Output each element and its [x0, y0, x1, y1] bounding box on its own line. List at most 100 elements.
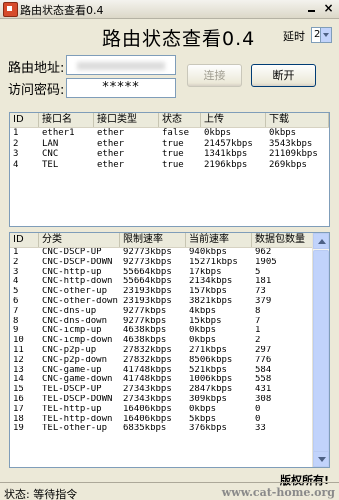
column-header[interactable]: 上传 [201, 113, 266, 127]
chevron-down-icon[interactable] [320, 28, 331, 42]
column-header[interactable]: 分类 [39, 233, 120, 247]
table-cell: 12 [13, 355, 24, 365]
queue-row[interactable]: 4 CNC-http-down 55664kbps 2134kbps 181 [10, 277, 314, 287]
interface-row[interactable]: 1 ether1 ether false 0kbps 0kbps [10, 128, 329, 139]
queue-row[interactable]: 18 TEL-http-down 16406kbps 5kbps 0 [10, 415, 314, 425]
table-cell: 1341kbps [204, 149, 248, 159]
queue-row[interactable]: 6 CNC-other-down 23193kbps 3821kbps 379 [10, 297, 314, 307]
table-cell: 2847kbps [189, 385, 233, 395]
queue-row[interactable]: 15 TEL-DSCP-UP 27343kbps 2847kbps 431 [10, 385, 314, 395]
table-cell: 1 [13, 128, 19, 138]
column-header[interactable]: 接口类型 [94, 113, 159, 127]
table-cell: 584 [255, 365, 272, 375]
table-cell: CNC-icmp-up [42, 326, 102, 336]
column-header[interactable]: 下载 [266, 113, 329, 127]
scroll-up-icon[interactable] [313, 233, 329, 249]
close-button[interactable]: × [322, 2, 335, 14]
window-title: 路由状态查看0.4 [20, 4, 104, 17]
table-cell: 0 [255, 414, 261, 424]
table-cell: 5 [13, 287, 19, 297]
table-cell: 92773kbps [123, 248, 172, 257]
table-cell: 8 [255, 306, 261, 316]
table-cell: 9277kbps [123, 306, 167, 316]
table-cell: 309kbps [189, 394, 227, 404]
table-cell: 962 [255, 248, 272, 257]
queue-scrollbar[interactable] [312, 233, 329, 467]
table-cell: 3 [13, 267, 19, 277]
table-cell: 17kbps [189, 267, 222, 277]
table-cell: TEL-DSCP-UP [42, 385, 102, 395]
table-cell: ether [97, 159, 125, 170]
title-bar[interactable]: 路由状态查看0.4 × [0, 0, 339, 19]
table-cell: 73 [255, 287, 266, 297]
column-header[interactable]: 当前速率 [186, 233, 252, 247]
queue-row[interactable]: 16 TEL-DSCP-DOWN 27343kbps 309kbps 308 [10, 395, 314, 405]
interface-row[interactable]: 3 CNC ether true 1341kbps 21109kbps [10, 149, 329, 160]
table-cell: 0kbps [189, 336, 217, 346]
minimize-button[interactable] [305, 2, 318, 14]
interface-table[interactable]: ID 接口名 接口类型 状态 上传 下载 1 ether1 ether false 0kbps 0k… [9, 112, 330, 227]
table-cell: 297 [255, 345, 272, 355]
queue-row[interactable]: 2 CNC-DSCP-DOWN 92773kbps 15271kbps 1905 [10, 258, 314, 268]
table-cell: 55664kbps [123, 267, 172, 277]
queue-row[interactable]: 19 TEL-other-up 6835kbps 376kbps 33 [10, 424, 314, 434]
column-header[interactable]: 接口名 [39, 113, 94, 127]
table-cell: 27832kbps [123, 345, 172, 355]
column-header[interactable]: 状态 [159, 113, 201, 127]
queue-table[interactable]: ID 分类 限制速率 当前速率 数据包数量 1 CNC-DSCP-UP 92773kbps 9… [9, 232, 330, 468]
column-header[interactable]: ID [10, 233, 39, 247]
table-cell: TEL-other-up [42, 424, 108, 434]
table-cell: CNC-game-down [42, 375, 113, 385]
table-cell: 271kbps [189, 345, 227, 355]
disconnect-button[interactable]: 断开 [251, 64, 316, 87]
table-cell: 376kbps [189, 424, 227, 434]
table-cell: 41748kbps [123, 365, 172, 375]
table-cell: 17 [13, 404, 24, 414]
queue-row[interactable]: 11 CNC-p2p-up 27832kbps 271kbps 297 [10, 346, 314, 356]
column-header[interactable]: ID [10, 113, 39, 127]
table-cell: CNC-DSCP-DOWN [42, 257, 113, 267]
table-cell: 4 [13, 277, 19, 287]
queue-row[interactable]: 5 CNC-other-up 23193kbps 157kbps 73 [10, 287, 314, 297]
scroll-down-icon[interactable] [313, 451, 329, 467]
queue-row[interactable]: 1 CNC-DSCP-UP 92773kbps 940kbps 962 [10, 248, 314, 258]
table-cell: 14 [13, 375, 24, 385]
column-header[interactable]: 限制速率 [120, 233, 186, 247]
queue-row[interactable]: 17 TEL-http-up 16406kbps 0kbps 0 [10, 405, 314, 415]
queue-row[interactable]: 8 CNC-dns-down 9277kbps 15kbps 7 [10, 317, 314, 327]
interface-row[interactable]: 2 LAN ether true 21457kbps 3543kbps [10, 139, 329, 150]
table-cell: true [162, 138, 184, 149]
queue-row[interactable]: 13 CNC-game-up 41748kbps 521kbps 584 [10, 366, 314, 376]
table-cell: 5kbps [189, 414, 217, 424]
table-cell: CNC-other-up [42, 287, 108, 297]
queue-row[interactable]: 10 CNC-icmp-down 4638kbps 0kbps 2 [10, 336, 314, 346]
table-cell: 558 [255, 375, 272, 385]
queue-row[interactable]: 9 CNC-icmp-up 4638kbps 0kbps 1 [10, 326, 314, 336]
scroll-thumb[interactable] [313, 250, 329, 452]
table-cell: CNC-icmp-down [42, 336, 113, 346]
table-cell: 1 [255, 326, 261, 336]
address-input[interactable] [66, 55, 176, 75]
table-cell: false [162, 128, 190, 138]
interface-table-header: ID 接口名 接口类型 状态 上传 下载 [10, 113, 329, 128]
delay-label: 延时 [283, 30, 305, 43]
queue-row[interactable]: 14 CNC-game-down 41748kbps 1006kbps 558 [10, 375, 314, 385]
table-cell: 41748kbps [123, 375, 172, 385]
table-cell: true [162, 159, 184, 170]
table-cell: 92773kbps [123, 257, 172, 267]
queue-row[interactable]: 12 CNC-p2p-down 27832kbps 8506kbps 776 [10, 356, 314, 366]
table-cell: CNC-game-up [42, 365, 102, 375]
table-cell: 5 [255, 267, 261, 277]
connect-button[interactable]: 连接 [187, 64, 242, 87]
delay-select[interactable]: 2 [311, 27, 332, 43]
interface-row[interactable]: 4 TEL ether true 2196kbps 269kbps [10, 160, 329, 171]
column-header[interactable]: 数据包数量 [252, 233, 314, 247]
table-cell: 3543kbps [269, 138, 313, 149]
redacted-address [77, 62, 165, 70]
table-cell: 0kbps [189, 404, 217, 414]
queue-row[interactable]: 3 CNC-http-up 55664kbps 17kbps 5 [10, 268, 314, 278]
password-input[interactable]: ***** [66, 78, 176, 98]
queue-row[interactable]: 7 CNC-dns-up 9277kbps 4kbps 8 [10, 307, 314, 317]
table-cell: 379 [255, 296, 272, 306]
table-cell: 16 [13, 394, 24, 404]
